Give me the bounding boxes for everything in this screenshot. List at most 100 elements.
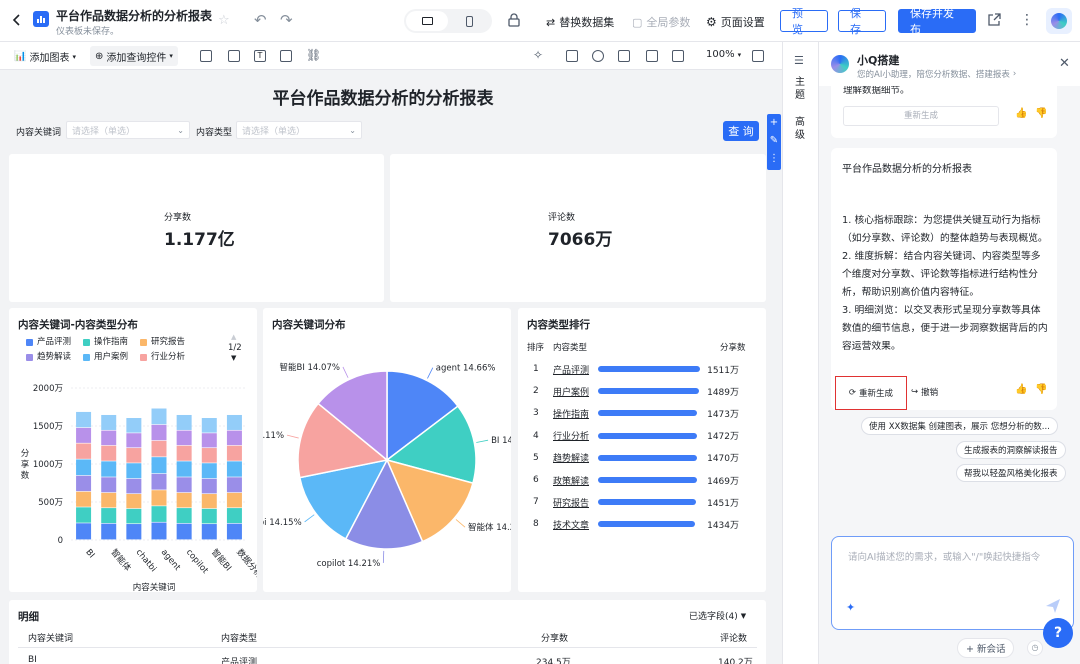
tab-advanced[interactable]: 高级 [795,116,807,142]
save-publish-button[interactable]: 保存并发布 [898,7,976,36]
assistant-input[interactable]: 请向AI描述您的需求，或输入"/"唤起快捷指令 [848,549,1062,563]
legend-item[interactable]: 行业分析 [140,350,185,365]
report-icon[interactable] [566,50,578,62]
rank-type-link[interactable]: 趋势解读 [553,451,589,464]
regenerate-disabled-button[interactable]: 重新生成 [843,106,999,126]
suggestion-chip[interactable]: 帮我以轻盈风格美化报表 [956,464,1066,482]
rank-type-link[interactable]: 产品评测 [553,363,589,376]
rank-type-link[interactable]: 政策解读 [553,474,589,487]
image-icon[interactable] [280,50,292,62]
selected-fields-button[interactable]: 已选字段(4) ▼ [689,609,746,623]
desktop-view-button[interactable] [406,11,448,31]
send-icon[interactable] [1044,597,1062,618]
rank-type-link[interactable]: 行业分析 [553,429,589,442]
rank-row[interactable]: 7 研究报告 1451万 [518,491,758,513]
more-vertical-icon[interactable]: ⋮ [767,150,781,168]
pencil-icon[interactable]: ✎ [767,132,781,150]
rank-row[interactable]: 4 行业分析 1472万 [518,425,758,447]
magic-wand-icon[interactable]: ✦ [846,601,855,614]
legend-item[interactable]: 用户案例 [83,350,128,365]
rank-row[interactable]: 6 政策解读 1469万 [518,469,758,491]
assistant-logo-icon[interactable] [1046,8,1072,34]
undo-button[interactable]: ↪ 撤销 [911,386,938,398]
save-button[interactable]: 保 存 [838,7,886,36]
dislike-icon[interactable]: 👎 [1035,384,1047,395]
new-chat-button[interactable]: + 新会话 [957,638,1015,658]
rank-type-link[interactable]: 用户案例 [553,385,589,398]
add-chart-button[interactable]: 📊 添加图表 ▾ [14,49,76,64]
like-icon[interactable]: 👍 [1015,384,1027,395]
rank-row[interactable]: 2 用户案例 1489万 [518,380,758,402]
rank-type-link[interactable]: 研究报告 [553,496,589,509]
table-header-cell[interactable]: 内容关键词 [28,631,73,644]
dashboard-title[interactable]: 平台作品数据分析的分析报表 [56,7,212,24]
table-header-cell[interactable]: 内容类型 [221,631,257,644]
table-icon[interactable] [200,50,212,62]
regenerate-button[interactable]: ⟳ 重新生成 [835,376,907,410]
checklist-icon[interactable] [672,50,684,62]
add-query-button[interactable]: ⊕ 添加查询控件 ▾ [90,46,178,66]
legend-page-up-icon[interactable]: ▲ [231,333,236,341]
rank-card[interactable]: 内容类型排行 排序 内容类型 分享数 1 产品评测 1511万 2 用户案例 1489万 3… [518,308,766,592]
legend-item[interactable]: 研究报告 [140,335,185,350]
rank-row[interactable]: 5 趋势解读 1470万 [518,447,758,469]
assistant-desc[interactable]: 您的AI小助理，陪您分析数据、搭建报表 › [857,68,1016,80]
table-row[interactable]: BI 产品评测 234.5万 140.2万 [18,652,757,664]
assistant-input-box[interactable]: 请向AI描述您的需求，或输入"/"唤起快捷指令 ✦ [831,536,1074,630]
filter-keyword-select[interactable]: 请选择（单选） ⌄ [66,121,190,139]
report-title[interactable]: 平台作品数据分析的分析报表 [0,84,766,109]
stacked-bar-chart: 2000万 1500万 1000万 500万 0 分享数 BI 智能体 chatbi agent c… [21,384,257,592]
dislike-icon[interactable]: 👎 [1035,108,1047,119]
table-header-cell[interactable]: 分享数 [541,631,568,644]
kpi-card-comments[interactable]: 评论数 7066万 [390,154,766,302]
preview-button[interactable]: 预 览 [780,7,828,36]
bar-segment [201,494,217,509]
search-component-icon[interactable] [592,50,604,62]
tab-component-icon[interactable] [228,50,240,62]
legend-item[interactable]: 趋势解读 [26,350,71,365]
pie-chart-card[interactable]: 内容关键词分布 agent 14.66% BI 14.52% 智能体 14.28% c… [263,308,511,592]
panel-toggle-icon[interactable]: ☰ [794,54,804,67]
close-icon[interactable]: ✕ [1059,56,1070,71]
text-icon[interactable]: T [254,50,266,62]
global-params-button[interactable]: ▢ 全局参数 [632,14,690,30]
building-icon[interactable] [618,50,630,62]
zoom-select[interactable]: 100% ▾ [706,49,741,60]
suggestion-chip[interactable]: 生成报表的洞察解读报告 [956,441,1066,459]
rank-row[interactable]: 1 产品评测 1511万 [518,358,758,380]
kpi-card-shares[interactable]: 分享数 1.177亿 [9,154,384,302]
legend-item[interactable]: 产品评测 [26,335,71,350]
rank-type-link[interactable]: 操作指南 [553,407,589,420]
mobile-view-button[interactable] [448,11,490,31]
back-icon[interactable] [12,13,22,27]
fullscreen-icon[interactable] [752,50,764,62]
external-link-icon[interactable] [988,13,1001,29]
undo-icon[interactable]: ↶ [254,11,267,29]
bar-segment [126,448,142,463]
page-settings-button[interactable]: ⚙ 页面设置 [706,14,765,30]
replace-dataset-button[interactable]: ⇄ 替换数据集 [546,14,614,30]
layers-icon[interactable] [646,50,658,62]
rank-type-link[interactable]: 技术文章 [553,518,589,531]
history-icon[interactable]: ◷ [1027,640,1043,656]
filter-type-select[interactable]: 请选择（单选） ⌄ [236,121,362,139]
help-icon[interactable]: ? [1043,618,1073,648]
query-button[interactable]: 查 询 [723,121,759,141]
link-icon[interactable]: ⛓ [306,48,321,62]
redo-icon[interactable]: ↷ [280,11,293,29]
stacked-bar-card[interactable]: 内容关键词-内容类型分布 产品评测 操作指南 研究报告 趋势解读 用户案例 行业… [9,308,257,592]
table-header-cell[interactable]: 评论数 [720,631,747,644]
detail-table-card[interactable]: 明细 已选字段(4) ▼ 内容关键词 内容类型 分享数 评论数 BI 产品评测 2… [9,600,766,664]
legend-page-down-icon[interactable]: ▼ [231,354,236,362]
legend-item[interactable]: 操作指南 [83,335,128,350]
plus-icon[interactable]: + [767,114,781,132]
rank-row[interactable]: 3 操作指南 1473万 [518,402,758,424]
tab-theme[interactable]: 主题 [795,76,807,102]
more-icon[interactable]: ⋮ [1020,11,1034,29]
lock-icon[interactable] [508,13,520,30]
like-icon[interactable]: 👍 [1015,108,1027,119]
star-icon[interactable]: ☆ [218,13,230,28]
ai-magic-icon[interactable]: ✧ [533,48,543,62]
rank-row[interactable]: 8 技术文章 1434万 [518,513,758,535]
suggestion-chip[interactable]: 使用 XX数据集 创建图表，展示 您想分析的数... [861,417,1058,435]
